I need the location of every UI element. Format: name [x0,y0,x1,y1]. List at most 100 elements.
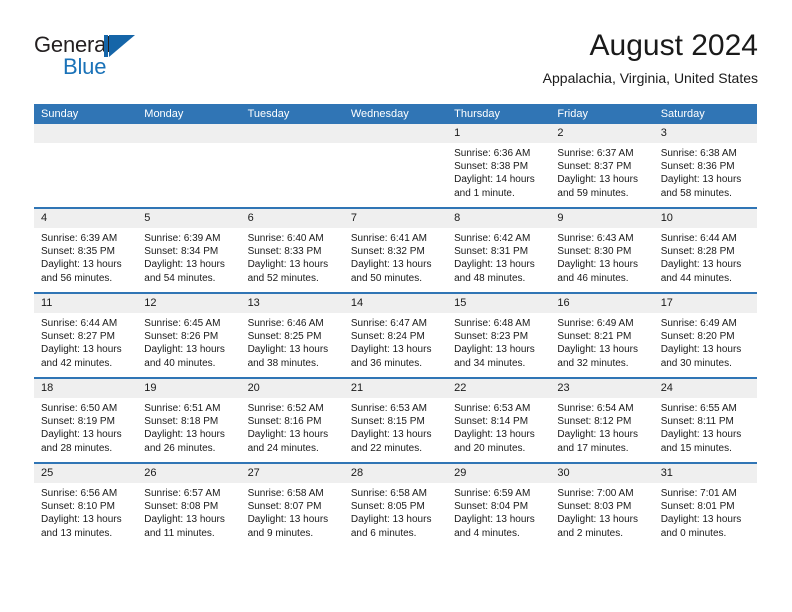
calendar-day-cell[interactable]: 24 Sunrise: 6:55 AM Sunset: 8:11 PM Dayligh… [653,377,757,463]
calendar-day-cell[interactable]: 18 Sunrise: 6:50 AM Sunset: 8:19 PM Dayligh… [34,377,138,463]
daylight-text: Daylight: 13 hours and 17 minutes. [557,429,639,454]
sunset-text: Sunset: 8:32 PM [350,246,425,258]
calendar-day-cell[interactable]: 10 Sunrise: 6:44 AM Sunset: 8:28 PM Dayligh… [653,207,757,293]
calendar-day-details: Sunrise: 6:58 AM Sunset: 8:07 PM Daylight:… [241,483,344,540]
calendar-week-row: 4 Sunrise: 6:39 AM Sunset: 8:35 PM Daylight… [34,207,757,293]
brand-logo[interactable]: General Blue [34,32,164,88]
sunrise-text: Sunrise: 6:54 AM [557,403,634,414]
calendar-day-cell[interactable]: 11 Sunrise: 6:44 AM Sunset: 8:27 PM Dayligh… [34,292,138,378]
calendar-day-details: Sunrise: 6:45 AM Sunset: 8:26 PM Daylight:… [137,313,240,370]
calendar-day-cell[interactable]: 16 Sunrise: 6:49 AM Sunset: 8:21 PM Dayligh… [550,292,654,378]
calendar-table: Sunday Monday Tuesday Wednesday Thursday… [34,104,757,547]
calendar-day-cell[interactable]: 20 Sunrise: 6:52 AM Sunset: 8:16 PM Dayligh… [240,377,344,463]
calendar-day-details: Sunrise: 6:39 AM Sunset: 8:35 PM Daylight:… [34,228,137,285]
sunrise-text: Sunrise: 6:38 AM [660,148,737,159]
weekday-header-monday: Monday [137,104,241,124]
calendar-day-cell[interactable]: 4 Sunrise: 6:39 AM Sunset: 8:35 PM Daylight… [34,207,138,293]
calendar-day-cell[interactable]: 3 Sunrise: 6:38 AM Sunset: 8:36 PM Daylight… [653,124,757,208]
weekday-header-wednesday: Wednesday [343,104,448,124]
sunset-text: Sunset: 8:14 PM [454,416,529,428]
calendar-day-cell[interactable]: 12 Sunrise: 6:45 AM Sunset: 8:26 PM Dayligh… [137,292,241,378]
calendar-day-cell[interactable]: 2 Sunrise: 6:37 AM Sunset: 8:37 PM Daylight… [550,124,654,208]
calendar-week-row: 11 Sunrise: 6:44 AM Sunset: 8:27 PM Dayligh… [34,292,757,378]
sunrise-text: Sunrise: 6:58 AM [247,488,324,499]
daylight-text: Daylight: 13 hours and 6 minutes. [350,514,432,539]
daylight-text: Daylight: 13 hours and 24 minutes. [247,429,329,454]
sunset-text: Sunset: 8:35 PM [41,246,115,258]
calendar-day-details: Sunrise: 6:37 AM Sunset: 8:37 PM Daylight:… [550,143,653,200]
sunset-text: Sunset: 8:11 PM [660,416,734,428]
calendar-day-number: 3 [653,124,757,143]
calendar-day-cell[interactable]: 1 Sunrise: 6:36 AM Sunset: 8:38 PM Daylight… [447,124,551,208]
sunset-text: Sunset: 8:37 PM [557,161,632,173]
calendar-day-details: Sunrise: 6:44 AM Sunset: 8:27 PM Daylight:… [34,313,137,370]
sunset-text: Sunset: 8:19 PM [41,416,115,428]
calendar-day-cell[interactable]: 28 Sunrise: 6:58 AM Sunset: 8:05 PM Dayligh… [343,462,448,547]
calendar-day-number: 29 [447,464,551,483]
sunrise-text: Sunrise: 6:53 AM [350,403,427,414]
calendar-day-cell[interactable]: 21 Sunrise: 6:53 AM Sunset: 8:15 PM Dayligh… [343,377,448,463]
calendar-day-details: Sunrise: 6:43 AM Sunset: 8:30 PM Daylight:… [550,228,653,285]
sunrise-text: Sunrise: 6:48 AM [454,318,531,329]
calendar-day-details: Sunrise: 6:40 AM Sunset: 8:33 PM Daylight:… [241,228,344,285]
calendar-day-cell[interactable]: 30 Sunrise: 7:00 AM Sunset: 8:03 PM Dayligh… [550,462,654,547]
daylight-text: Daylight: 13 hours and 38 minutes. [247,344,329,369]
calendar-day-number: 8 [447,209,551,228]
daylight-text: Daylight: 13 hours and 2 minutes. [557,514,639,539]
sunset-text: Sunset: 8:36 PM [660,161,735,173]
calendar-day-number: 28 [343,464,448,483]
daylight-text: Daylight: 13 hours and 48 minutes. [454,259,535,284]
calendar-day-cell[interactable]: 8 Sunrise: 6:42 AM Sunset: 8:31 PM Daylight… [447,207,551,293]
sunset-text: Sunset: 8:26 PM [144,331,219,343]
calendar-day-cell[interactable]: 31 Sunrise: 7:01 AM Sunset: 8:01 PM Dayligh… [653,462,757,547]
calendar-day-details: Sunrise: 6:42 AM Sunset: 8:31 PM Daylight:… [447,228,550,285]
calendar-day-number: 2 [550,124,654,143]
sunset-text: Sunset: 8:28 PM [660,246,735,258]
sunrise-text: Sunrise: 6:49 AM [557,318,634,329]
calendar-day-details: Sunrise: 6:39 AM Sunset: 8:34 PM Daylight:… [137,228,240,285]
calendar-day-cell[interactable]: 26 Sunrise: 6:57 AM Sunset: 8:08 PM Dayligh… [137,462,241,547]
daylight-text: Daylight: 13 hours and 15 minutes. [660,429,742,454]
sunset-text: Sunset: 8:27 PM [41,331,115,343]
sunset-text: Sunset: 8:04 PM [454,501,529,513]
daylight-text: Daylight: 13 hours and 59 minutes. [557,174,639,199]
sunrise-text: Sunrise: 6:56 AM [41,488,118,499]
sunrise-text: Sunrise: 6:42 AM [454,233,531,244]
calendar-day-number: 10 [653,209,757,228]
calendar-day-cell[interactable]: 9 Sunrise: 6:43 AM Sunset: 8:30 PM Daylight… [550,207,654,293]
calendar-day-cell[interactable]: 7 Sunrise: 6:41 AM Sunset: 8:32 PM Daylight… [343,207,448,293]
sunrise-text: Sunrise: 6:40 AM [247,233,324,244]
calendar-day-cell[interactable]: 15 Sunrise: 6:48 AM Sunset: 8:23 PM Dayligh… [447,292,551,378]
calendar-day-cell[interactable]: 25 Sunrise: 6:56 AM Sunset: 8:10 PM Dayligh… [34,462,138,547]
calendar-day-cell[interactable]: 22 Sunrise: 6:53 AM Sunset: 8:14 PM Dayligh… [447,377,551,463]
calendar-day-cell[interactable]: 29 Sunrise: 6:59 AM Sunset: 8:04 PM Dayligh… [447,462,551,547]
brand-word-blue: Blue [63,54,107,79]
calendar-day-number: 7 [343,209,448,228]
calendar-day-number: 23 [550,379,654,398]
calendar-day-number [34,124,138,143]
daylight-text: Daylight: 14 hours and 1 minute. [454,174,535,199]
sunset-text: Sunset: 8:30 PM [557,246,632,258]
calendar-day-cell[interactable]: 23 Sunrise: 6:54 AM Sunset: 8:12 PM Dayligh… [550,377,654,463]
calendar-day-details: Sunrise: 7:00 AM Sunset: 8:03 PM Daylight:… [550,483,653,540]
calendar-day-cell[interactable]: 19 Sunrise: 6:51 AM Sunset: 8:18 PM Dayligh… [137,377,241,463]
calendar-day-cell[interactable]: 17 Sunrise: 6:49 AM Sunset: 8:20 PM Dayligh… [653,292,757,378]
calendar-body: 1 Sunrise: 6:36 AM Sunset: 8:38 PM Daylight… [34,124,757,547]
calendar-day-cell[interactable]: 27 Sunrise: 6:58 AM Sunset: 8:07 PM Dayligh… [240,462,344,547]
sunrise-text: Sunrise: 6:50 AM [41,403,118,414]
calendar-day-cell[interactable]: 13 Sunrise: 6:46 AM Sunset: 8:25 PM Dayligh… [240,292,344,378]
calendar-day-number: 5 [137,209,241,228]
sunrise-text: Sunrise: 6:49 AM [660,318,737,329]
sunset-text: Sunset: 8:05 PM [350,501,425,513]
weekday-header-row: Sunday Monday Tuesday Wednesday Thursday… [34,104,757,124]
sunrise-text: Sunrise: 6:43 AM [557,233,634,244]
sunset-text: Sunset: 8:33 PM [247,246,322,258]
calendar-day-cell[interactable]: 6 Sunrise: 6:40 AM Sunset: 8:33 PM Daylight… [240,207,344,293]
calendar-day-cell[interactable]: 14 Sunrise: 6:47 AM Sunset: 8:24 PM Dayligh… [343,292,448,378]
sunset-text: Sunset: 8:12 PM [557,416,632,428]
calendar-day-details: Sunrise: 6:38 AM Sunset: 8:36 PM Daylight:… [654,143,757,200]
calendar-day-number: 27 [240,464,344,483]
calendar-day-cell[interactable]: 5 Sunrise: 6:39 AM Sunset: 8:34 PM Daylight… [137,207,241,293]
calendar-day-details: Sunrise: 6:54 AM Sunset: 8:12 PM Daylight:… [550,398,653,455]
daylight-text: Daylight: 13 hours and 36 minutes. [350,344,432,369]
